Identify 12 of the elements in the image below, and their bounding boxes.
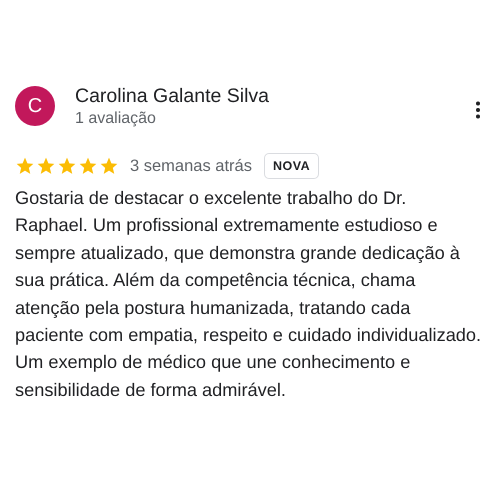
author-name[interactable]: Carolina Galante Silva <box>75 84 475 108</box>
avatar: C <box>15 86 55 126</box>
more-options-icon[interactable] <box>475 101 481 119</box>
review-count: 1 avaliação <box>75 109 157 129</box>
star-icon <box>57 156 77 176</box>
review-date: 3 semanas atrás <box>130 156 252 176</box>
star-icon <box>15 156 35 176</box>
new-badge: NOVA <box>264 153 320 179</box>
review-text: Gostaria de destacar o excelente trabalho do Dr. Raphael. Um profissional extremamente estudioso e sempre atualizado, que demonstra grande dedicação à sua prática. Além da competência técnica, chama atenção pela postura humanizada, tratando cada paciente com empatia, respeito e cuidado individualizado. Um exemplo de médico que une conhecimento e sensibilidade de forma admirável. <box>15 187 482 402</box>
star-icon <box>36 156 56 176</box>
star-icon <box>99 156 119 176</box>
star-icon <box>78 156 98 176</box>
